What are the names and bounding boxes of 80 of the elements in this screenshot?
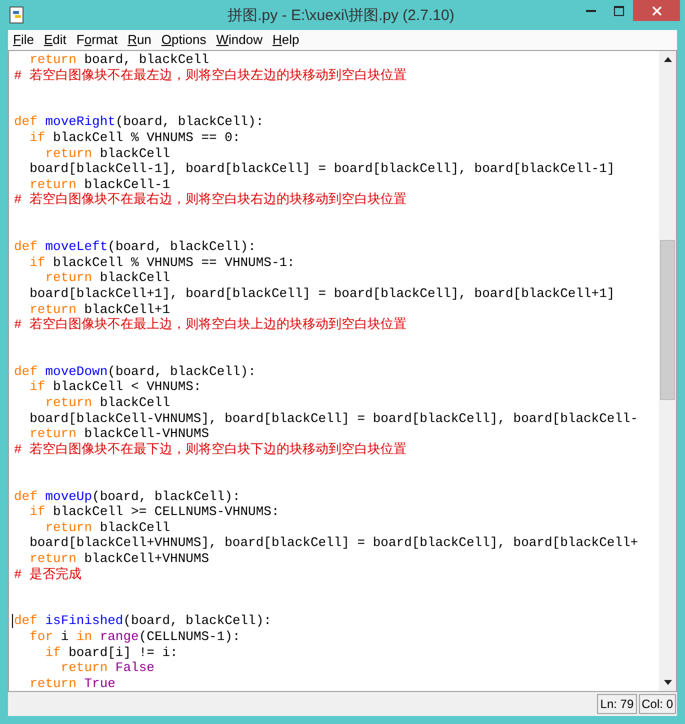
builtin-name: False <box>115 660 154 676</box>
code-text: blackCell <box>98 395 170 411</box>
code-text: board[i] != i: <box>68 644 178 660</box>
comment-text: # 若空白图像块不在最左边，则将空白块左边的块移动到空白块位置 <box>14 68 407 84</box>
keyword: if <box>28 379 46 396</box>
code-text: (board, blackCell): <box>123 613 272 629</box>
code-text: board[blackCell-VHNUMS], board[blackCell] = board[blackCell], board[blackCell- <box>28 410 638 426</box>
keyword: if <box>44 644 61 660</box>
column-status: Col: 0 <box>638 694 676 714</box>
comment-text: # 是否完成 <box>14 566 82 582</box>
code-text: (board, blackCell): <box>108 364 256 380</box>
comment-text: # 若空白图像块不在最上边，则将空白块上边的块移动到空白块位置 <box>14 317 407 333</box>
menu-item[interactable]: Window <box>211 30 268 50</box>
code-text: blackCell <box>98 270 170 286</box>
code-text: blackCell % VHNUMS == 0: <box>52 130 240 146</box>
python-file-icon <box>9 6 25 24</box>
code-text: blackCell <box>98 146 170 162</box>
menu-item[interactable]: Run <box>122 30 156 50</box>
keyword: def <box>14 114 38 130</box>
keyword: return <box>44 146 92 162</box>
keyword: def <box>14 364 38 380</box>
keyword: return <box>28 676 78 691</box>
function-name: moveRight <box>45 114 116 130</box>
scrollbar-thumb[interactable] <box>660 240 675 400</box>
keyword: def <box>14 488 38 504</box>
code-text: (board, blackCell): <box>108 239 256 255</box>
function-name: moveDown <box>45 364 108 380</box>
maximize-icon <box>614 6 624 16</box>
keyword: if <box>28 130 46 146</box>
keyword: return <box>28 426 76 442</box>
code-text: blackCell-1 <box>83 176 170 192</box>
code-text: i <box>60 628 70 645</box>
keyword: def <box>14 613 38 629</box>
keyword: return <box>44 520 92 536</box>
keyword: def <box>14 239 38 255</box>
minimize-icon <box>586 10 596 12</box>
menu-item[interactable]: Help <box>268 30 304 50</box>
vertical-scrollbar[interactable] <box>659 51 676 691</box>
code-text: board[blackCell+1], board[blackCell] = board[blackCell], board[blackCell+1] <box>28 286 615 302</box>
code-text: (board, blackCell): <box>115 114 264 130</box>
keyword: in <box>76 628 94 645</box>
menu-item[interactable]: Format <box>71 30 123 50</box>
keyword: return <box>28 176 76 192</box>
line-number-status: Ln: 79 <box>597 694 637 714</box>
keyword: return <box>28 551 76 567</box>
code-text: blackCell <box>98 520 170 536</box>
comment-text: # 若空白图像块不在最右边，则将空白块右边的块移动到空白块位置 <box>14 192 407 208</box>
function-name: moveUp <box>45 488 92 504</box>
menu-item[interactable]: Edit <box>38 30 72 50</box>
code-text: board[blackCell-1], board[blackCell] = board[blackCell], board[blackCell-1] <box>28 161 615 177</box>
code-text: (CELLNUMS-1): <box>138 628 240 645</box>
close-button[interactable] <box>633 0 680 21</box>
function-name: isFinished <box>45 613 124 629</box>
code-text: blackCell >= CELLNUMS-VHNUMS: <box>52 504 280 520</box>
scroll-down-icon <box>664 680 672 685</box>
builtin-name: range <box>100 628 139 645</box>
close-icon <box>652 6 662 16</box>
keyword: return <box>28 52 76 68</box>
code-text: board[blackCell+VHNUMS], board[blackCell] = board[blackCell], board[blackCell+ <box>28 535 638 551</box>
code-text: board, blackCell <box>83 52 210 68</box>
function-name: moveLeft <box>45 239 108 255</box>
comment-text: # 若空白图像块不在最下边，则将空白块下边的块移动到空白块位置 <box>14 442 407 458</box>
keyword: return <box>44 395 92 411</box>
keyword: if <box>28 254 46 270</box>
code-text: blackCell+VHNUMS <box>83 551 210 567</box>
keyword: return <box>44 270 92 286</box>
keyword: return <box>60 660 109 676</box>
code-text: blackCell % VHNUMS == VHNUMS-1: <box>52 254 295 270</box>
code-text: blackCell+1 <box>83 302 170 317</box>
window-title: 拼图.py - E:\xuexi\拼图.py (2.7.10) <box>228 6 454 26</box>
code-text: blackCell < VHNUMS: <box>52 379 202 396</box>
builtin-name: True <box>84 676 116 691</box>
menu-item[interactable]: Options <box>156 30 212 50</box>
keyword: if <box>28 504 46 520</box>
code-text: (board, blackCell): <box>92 488 240 504</box>
menu-item[interactable]: File <box>8 30 39 50</box>
code-text: blackCell-VHNUMS <box>83 426 210 442</box>
keyword: for <box>28 628 54 645</box>
keyword: return <box>28 302 76 317</box>
scroll-up-icon <box>664 57 672 62</box>
